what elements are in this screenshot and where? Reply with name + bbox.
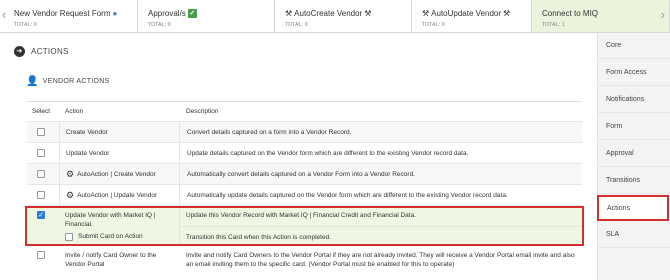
select-checkbox[interactable]	[37, 191, 45, 199]
select-checkbox[interactable]	[37, 128, 45, 136]
actions-section-heading: ➜ ACTIONS	[14, 46, 69, 57]
gear-icon: ⚙	[66, 168, 75, 179]
tools-icon: ⚒	[422, 9, 430, 18]
tools-icon: ⚒	[364, 9, 372, 18]
stage-total: TOTAL: 0	[148, 22, 171, 28]
column-header-description: Description	[186, 108, 219, 115]
settings-sidebar: Core Form Access Notifications Form Appr…	[597, 33, 670, 280]
table-row-selected: ✓ Update Vendor with Market IQ | Financi…	[27, 208, 582, 248]
sidebar-item-actions[interactable]: Actions	[597, 195, 669, 221]
sidebar-item-approval[interactable]: Approval	[598, 141, 670, 167]
sidebar-item-core[interactable]: Core	[598, 33, 670, 59]
gear-icon: ⚙	[66, 189, 75, 200]
table-row: ⚙ AutoAction | Update Vendor Automatical…	[27, 185, 582, 206]
select-checkbox[interactable]: ✓	[37, 211, 45, 219]
chevron-right-icon[interactable]: ›	[661, 8, 665, 21]
action-name: AutoAction | Create Vendor	[77, 170, 156, 178]
stage-connect-to-miq[interactable]: Connect to MIQ TOTAL: 1 ›	[532, 0, 670, 32]
stage-autocreate-vendor[interactable]: ⚒ AutoCreate Vendor ⚒ TOTAL: 0	[275, 0, 412, 32]
stage-total: TOTAL: 0	[422, 22, 445, 28]
stage-new-vendor-request-form[interactable]: ‹ New Vendor Request Form ● TOTAL: 0	[0, 0, 138, 32]
submit-card-label: Submit Card on Action	[78, 233, 143, 240]
stage-total: TOTAL: 0	[14, 22, 37, 28]
column-header-select: Select	[31, 108, 51, 115]
select-checkbox[interactable]	[37, 149, 45, 157]
select-checkbox[interactable]	[37, 170, 45, 178]
arrow-circle-icon: ➜	[14, 46, 25, 57]
submit-card-description: Transition this Card when this Action is…	[186, 234, 331, 241]
sidebar-item-sla[interactable]: SLA	[598, 222, 670, 248]
action-name: Update Vendor with Market IQ | Financial…	[65, 212, 156, 228]
vendor-actions-table: Select Action Description Create Vendor …	[27, 101, 582, 268]
action-description: Automatically convert details captured o…	[179, 164, 579, 184]
action-description: Update this Vendor Record with Market IQ…	[186, 212, 417, 219]
stage-approvals[interactable]: Approval/s ✓ TOTAL: 0	[138, 0, 275, 32]
select-checkbox[interactable]	[37, 251, 45, 259]
stage-title: Approval/s	[148, 9, 186, 18]
user-gear-icon: 👤	[26, 76, 39, 87]
action-name: Invite / notify Card Owner to the Vendor…	[65, 252, 157, 268]
action-description: Convert details captured on a form into …	[179, 122, 579, 142]
vendor-actions-heading: 👤 VENDOR ACTIONS	[26, 76, 110, 87]
sidebar-item-transitions[interactable]: Transitions	[598, 168, 670, 194]
action-name: AutoAction | Update Vendor	[77, 191, 158, 199]
section-title: ACTIONS	[31, 47, 69, 56]
chevron-left-icon[interactable]: ‹	[2, 8, 6, 21]
table-row: Update Vendor Update details captured on…	[27, 143, 582, 164]
stage-title: Connect to MIQ	[542, 9, 599, 18]
table-header-row: Select Action Description	[27, 102, 582, 122]
stage-total: TOTAL: 1	[542, 22, 565, 28]
globe-icon: ●	[112, 9, 118, 18]
stage-title: New Vendor Request Form	[14, 9, 111, 18]
table-row: Create Vendor Convert details captured o…	[27, 122, 582, 143]
submit-card-option: Submit Card on Action	[65, 232, 143, 241]
sidebar-item-notifications[interactable]: Notifications	[598, 87, 670, 113]
submit-card-checkbox[interactable]	[65, 232, 73, 241]
stage-total: TOTAL: 0	[285, 22, 308, 28]
sidebar-item-form[interactable]: Form	[598, 114, 670, 140]
table-row: Invite / notify Card Owner to the Vendor…	[27, 249, 582, 277]
subsection-title: VENDOR ACTIONS	[42, 78, 110, 85]
stage-title: AutoCreate Vendor	[294, 9, 363, 18]
stage-bar: ‹ New Vendor Request Form ● TOTAL: 0 App…	[0, 0, 670, 33]
action-description: Invite and notify Card Owners to the Ven…	[186, 252, 575, 268]
action-description: Automatically update details captured on…	[179, 185, 579, 205]
tools-icon: ⚒	[503, 9, 511, 18]
tools-icon: ⚒	[285, 9, 293, 18]
stage-autoupdate-vendor[interactable]: ⚒ AutoUpdate Vendor ⚒ TOTAL: 0	[412, 0, 532, 32]
check-badge-icon: ✓	[187, 9, 197, 18]
sidebar-item-form-access[interactable]: Form Access	[598, 60, 670, 86]
stage-title: AutoUpdate Vendor	[431, 9, 502, 18]
action-description: Update details captured on the Vendor fo…	[179, 143, 579, 163]
table-row: ⚙ AutoAction | Create Vendor Automatical…	[27, 164, 582, 185]
